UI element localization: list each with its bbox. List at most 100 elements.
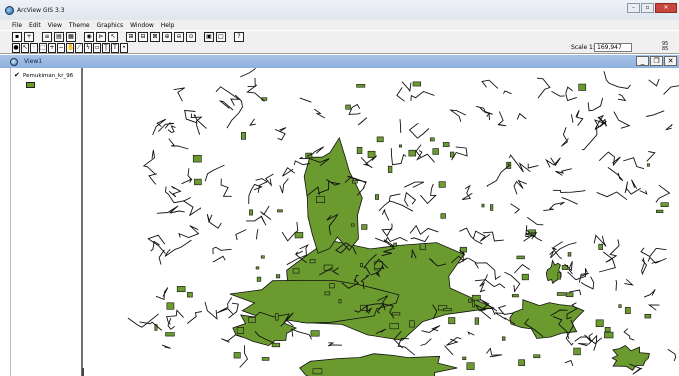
view-restore-icon[interactable]: ❐ bbox=[650, 56, 663, 66]
road-line bbox=[527, 163, 539, 169]
road-line bbox=[168, 185, 182, 198]
pointer-icon[interactable]: ↖ bbox=[21, 42, 29, 53]
road-line bbox=[152, 118, 167, 136]
settlement-patch bbox=[361, 224, 368, 230]
menu-window[interactable]: Window bbox=[130, 22, 154, 29]
road-line bbox=[248, 183, 263, 205]
road-line bbox=[551, 91, 565, 97]
theme-properties-icon[interactable]: ≡ bbox=[42, 31, 52, 42]
road-line bbox=[587, 97, 604, 112]
road-line bbox=[508, 154, 531, 173]
pan-icon[interactable]: ✋ bbox=[66, 42, 74, 53]
road-line bbox=[504, 271, 521, 293]
zoom-in-tool-icon[interactable]: + bbox=[48, 42, 56, 53]
measure-icon[interactable]: ⟋ bbox=[75, 42, 83, 53]
scale-input[interactable]: 169,947 bbox=[594, 43, 632, 52]
menu-edit[interactable]: Edit bbox=[29, 22, 41, 29]
road-line bbox=[467, 331, 475, 336]
zoom-out-icon[interactable]: ⊖ bbox=[174, 31, 184, 42]
road-line bbox=[555, 168, 572, 176]
settlement-patch bbox=[511, 294, 519, 298]
find-icon[interactable]: ◉ bbox=[84, 31, 94, 42]
road-line bbox=[510, 203, 521, 214]
add-theme-icon[interactable]: + bbox=[24, 31, 34, 42]
settlement-patch bbox=[329, 283, 335, 289]
road-line bbox=[173, 87, 186, 102]
map-canvas[interactable] bbox=[84, 68, 679, 376]
menu-theme[interactable]: Theme bbox=[69, 22, 90, 29]
area-of-interest-icon[interactable]: ▫ bbox=[93, 42, 101, 53]
open-table-icon[interactable]: ▦ bbox=[66, 31, 76, 42]
clear-selection-icon[interactable]: □ bbox=[216, 31, 226, 42]
road-line bbox=[468, 257, 501, 280]
identify-icon[interactable]: ● bbox=[12, 42, 20, 53]
settlement-patch bbox=[248, 317, 256, 323]
menu-view[interactable]: View bbox=[48, 22, 62, 29]
road-line bbox=[615, 279, 617, 291]
zoom-in-icon[interactable]: ⊕ bbox=[162, 31, 172, 42]
theme-entry[interactable]: ✔ Pemukiman_kr_96 bbox=[14, 72, 73, 79]
zoom-full-extent-icon[interactable]: ⊞ bbox=[126, 31, 136, 42]
settlement-patch bbox=[345, 104, 351, 110]
view-minimize-icon[interactable]: _ bbox=[636, 56, 649, 66]
settlement-patch bbox=[438, 181, 446, 188]
settlement-patch bbox=[481, 203, 485, 208]
settlement-patch bbox=[567, 252, 572, 257]
road-line bbox=[631, 179, 638, 189]
road-line bbox=[475, 105, 493, 115]
close-icon[interactable]: ✕ bbox=[655, 3, 677, 13]
road-line bbox=[212, 255, 226, 263]
road-line bbox=[575, 109, 584, 126]
settlement-patch bbox=[471, 294, 481, 301]
road-line bbox=[647, 256, 667, 264]
vertex-edit-icon[interactable]: · bbox=[30, 42, 38, 53]
road-line bbox=[486, 163, 511, 187]
road-line bbox=[640, 247, 667, 258]
road-line bbox=[624, 278, 634, 286]
road-line bbox=[561, 127, 569, 147]
text-icon[interactable]: T bbox=[111, 42, 119, 53]
menu-graphics[interactable]: Graphics bbox=[97, 22, 124, 29]
settlement-patch bbox=[501, 336, 506, 341]
settlement-patch bbox=[412, 81, 422, 87]
road-line bbox=[409, 224, 439, 235]
edit-legend-icon[interactable]: ▤ bbox=[54, 31, 64, 42]
view-close-icon[interactable]: ✕ bbox=[664, 56, 677, 66]
menu-file[interactable]: File bbox=[12, 22, 22, 29]
select-features-icon[interactable]: ▣ bbox=[204, 31, 214, 42]
draw-icon[interactable]: • bbox=[120, 42, 128, 53]
road-line bbox=[399, 119, 402, 133]
road-line bbox=[239, 345, 249, 368]
settlement-patch bbox=[271, 342, 281, 348]
road-line bbox=[578, 272, 589, 283]
select-feature-icon[interactable]: ⬚ bbox=[39, 42, 47, 53]
settlement-patch bbox=[338, 299, 342, 304]
road-line bbox=[516, 112, 527, 120]
save-project-icon[interactable]: ▪ bbox=[12, 31, 22, 42]
menu-help[interactable]: Help bbox=[161, 22, 175, 29]
maximize-icon[interactable]: ▫ bbox=[641, 3, 654, 13]
zoom-previous-icon[interactable]: ⊙ bbox=[186, 31, 196, 42]
locate-address-icon[interactable]: ⊳ bbox=[96, 31, 106, 42]
road-line bbox=[581, 125, 598, 151]
hotlink-icon[interactable]: ϟ bbox=[84, 42, 92, 53]
road-line bbox=[482, 231, 504, 242]
zoom-selected-icon[interactable]: ⊠ bbox=[150, 31, 160, 42]
label-icon[interactable]: Ţ bbox=[102, 42, 110, 53]
settlement-patch bbox=[573, 347, 581, 356]
zoom-active-themes-icon[interactable]: ⊟ bbox=[138, 31, 148, 42]
settlement-patch bbox=[375, 194, 379, 200]
query-builder-icon[interactable]: ↖ bbox=[108, 31, 118, 42]
help-icon[interactable]: ? bbox=[234, 31, 244, 42]
minimize-icon[interactable]: – bbox=[627, 3, 640, 13]
settlement-patch bbox=[624, 307, 631, 314]
settlement-patch bbox=[521, 273, 529, 281]
road-line bbox=[212, 246, 232, 255]
zoom-out-tool-icon[interactable]: − bbox=[57, 42, 65, 53]
road-line bbox=[161, 344, 171, 349]
road-line bbox=[404, 191, 417, 207]
settlement-patch bbox=[518, 359, 525, 366]
settlement-patch bbox=[166, 302, 175, 310]
road-line bbox=[444, 345, 454, 356]
theme-visibility-checkbox[interactable]: ✔ bbox=[14, 72, 21, 79]
